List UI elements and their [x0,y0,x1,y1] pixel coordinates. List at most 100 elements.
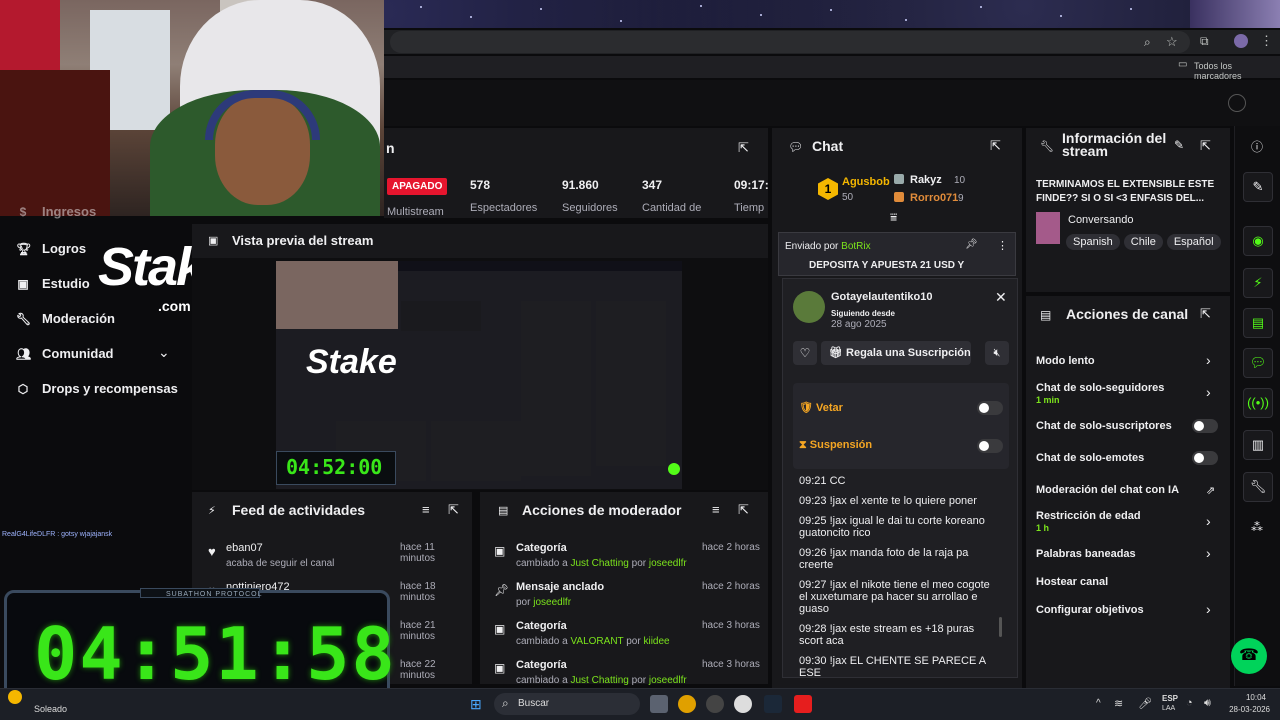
chevron-down-icon[interactable]: ⌄ [158,344,170,361]
mute-icon[interactable]: 🔇︎ [985,341,1009,365]
external-link-icon[interactable]: ⇗ [1206,484,1215,497]
filter-icon[interactable]: ≡ [422,502,430,517]
preview-chat [521,301,591,476]
tag[interactable]: Chile [1123,234,1163,250]
action-age-restriction[interactable]: Restricción de edad [1036,510,1141,522]
emotes-only-toggle[interactable] [1192,451,1218,465]
popout-icon[interactable]: ⇱ [738,140,749,156]
edit-pencil-icon[interactable]: ✎ [1174,138,1184,152]
leader-name[interactable]: Rakyz [910,174,942,186]
taskview-icon[interactable] [650,695,668,713]
leader-name[interactable]: Rorro071 [910,192,958,204]
action-host[interactable]: Hostear canal [1036,576,1108,588]
chevron-right-icon[interactable]: › [1206,352,1211,368]
chevron-right-icon[interactable]: › [1206,545,1211,561]
more-icon[interactable]: ⋮ [997,239,1008,252]
action-slow-mode[interactable]: Modo lento [1036,355,1095,367]
clock-time[interactable]: 10:04 [1224,693,1266,702]
zoom-icon[interactable]: ⌕ [1144,35,1151,50]
feed-time: hace 18 minutos [400,581,436,603]
broadcast-icon[interactable]: ((•)) [1243,388,1273,418]
chat-message: 09:28 !jax este stream es +18 puras scor… [799,623,975,647]
popout-icon[interactable]: ⇱ [738,502,749,518]
bookmark-star-icon[interactable]: ☆ [1166,34,1178,50]
sidebar-item-drops[interactable]: ⬡ Drops y recompensas [16,381,178,396]
network-icon[interactable]: ≋ [1114,697,1123,710]
close-icon[interactable]: ✕ [995,289,1007,306]
action-subs-only[interactable]: Chat de solo-suscriptores [1036,420,1172,432]
tray-chevron-icon[interactable]: ^ [1096,698,1101,709]
extensions-icon[interactable]: ⧉ [1200,34,1209,49]
suspend-toggle[interactable] [977,439,1003,453]
volume-icon[interactable]: 🔊︎ [1204,697,1211,710]
clock-date[interactable]: 28-03-2026 [1220,705,1270,714]
pin-icon[interactable]: 📌︎ [965,239,978,250]
chat-icon[interactable]: 💬︎ [1243,348,1273,378]
chevron-right-icon[interactable]: › [1206,513,1211,529]
chevron-right-icon[interactable]: › [1206,601,1211,617]
tag[interactable]: Spanish [1066,234,1120,250]
leader-name[interactable]: Agusbob [842,176,890,188]
player-icon[interactable] [734,695,752,713]
sidebar-item-moderacion[interactable]: 🔧︎ Moderación [16,311,115,326]
heart-icon: ♥ [208,544,216,559]
weather-label[interactable]: Soleado [34,704,67,714]
preview-video[interactable]: Stake 04:52:00 [276,261,682,489]
windows-start-icon[interactable]: ⊞ [470,696,482,713]
tag[interactable]: Español [1166,234,1221,250]
github-icon[interactable] [706,695,724,713]
pinned-text: DEPOSITA Y APUESTA 21 USD Y [809,260,965,271]
profile-avatar[interactable] [1234,34,1248,48]
sidebar-item-estudio[interactable]: ▣ Estudio [16,276,89,291]
info-icon[interactable]: ⓘ [1251,138,1263,155]
action-emotes-only[interactable]: Chat de solo-emotes [1036,452,1144,464]
popout-icon[interactable]: ⇱ [990,138,1001,154]
sidebar-item-comunidad[interactable]: 👥︎ Comunidad [16,346,114,361]
mic-icon[interactable]: 🎤︎ [1138,697,1152,710]
veto-toggle[interactable] [977,401,1003,415]
popout-icon[interactable]: ⇱ [1200,138,1211,154]
pinned-message[interactable]: Enviado por BotRix 📌︎ ⋮ DEPOSITA Y APUES… [778,232,1016,276]
popout-icon[interactable]: ⇱ [1200,306,1211,322]
chrome-icon[interactable] [678,695,696,713]
leader-points: 50 [842,192,854,203]
wifi-icon[interactable]: ◔ [1186,697,1193,709]
camera-icon[interactable]: ◉ [1243,226,1273,256]
support-icon[interactable]: ☎ [1231,638,1267,674]
browser-menu-icon[interactable]: ⋮ [1260,33,1273,49]
pencil-icon[interactable]: ✎ [1243,172,1273,202]
gift-sub-button[interactable]: 🎁︎ Regala una Suscripción [821,341,971,365]
taskbar-search[interactable]: ⌕ Buscar [494,693,640,715]
chevron-right-icon[interactable]: › [1206,384,1211,400]
scrollbar[interactable] [999,617,1002,637]
apps-icon[interactable]: ⁂ [1251,520,1263,534]
action-banned-words[interactable]: Palabras baneadas [1036,548,1136,560]
category-thumbnail [1036,212,1060,244]
subs-only-toggle[interactable] [1192,419,1218,433]
bolt-icon[interactable]: ⚡︎ [1243,268,1273,298]
url-input[interactable] [390,31,1190,53]
wrench-icon[interactable]: 🔧︎ [1243,472,1273,502]
follow-heart-button[interactable]: ♡ [793,341,817,365]
action-followers-only[interactable]: Chat de solo-seguidores [1036,382,1164,394]
layout-icon[interactable]: ▥ [1243,430,1273,460]
weather-icon[interactable] [8,690,22,704]
popout-icon[interactable]: ⇱ [448,502,459,518]
notes-icon[interactable]: ▤ [1243,308,1273,338]
language-code[interactable]: ESP [1162,694,1178,703]
sidebar-item-logros[interactable]: 🏆︎ Logros [16,241,86,256]
modact-item-detail: cambiado a Just Chatting por joseedlfr [516,675,687,686]
youtube-icon[interactable] [794,695,812,713]
feed-user[interactable]: eban07 [226,542,263,554]
popup-username[interactable]: Gotayelautentiko10 [831,291,932,303]
filter-icon[interactable]: ≡ [712,502,720,517]
action-goals[interactable]: Configurar objetivos [1036,604,1144,616]
user-avatar[interactable] [1228,94,1246,112]
sidebar-item-partial[interactable]: $ Ingresos [16,204,97,219]
moderation-box [793,383,1009,469]
steam-icon[interactable] [764,695,782,713]
action-ai-moderation[interactable]: Moderación del chat con IA [1036,484,1179,496]
all-bookmarks-link[interactable]: Todos los marcadores [1194,61,1280,81]
category-name[interactable]: Conversando [1068,214,1133,226]
expand-icon[interactable]: ⩸ [890,210,897,225]
